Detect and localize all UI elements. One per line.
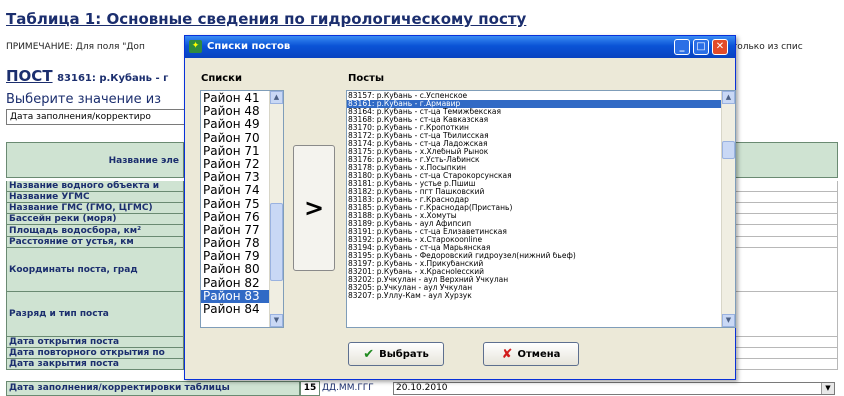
post-heading: ПОСТ 83161: р.Кубань - г (6, 67, 168, 85)
scroll-thumb[interactable] (722, 141, 735, 159)
row-label: Площадь водосбора, км² (6, 225, 184, 237)
post-item[interactable]: 83194: р.Кубань - ст-ца Марьянская (347, 244, 722, 252)
posts-scrollbar[interactable]: ▲ ▼ (721, 91, 735, 327)
row-label: Дата повторного открытия по (6, 348, 184, 359)
posts-label: Посты (348, 73, 385, 84)
row-label: Дата закрытия поста (6, 359, 184, 370)
row-value-cell[interactable] (720, 248, 838, 292)
post-item[interactable]: 83175: р.Кубань - х.Хлебный Рынок (347, 148, 722, 156)
district-item[interactable]: Район 80 (201, 263, 271, 276)
checkmark-icon: ✔ (363, 346, 375, 362)
row-value-cell[interactable] (720, 359, 838, 370)
post-item[interactable]: 83161: р.Кубань - г.Армавир (347, 100, 722, 109)
row-value-cell[interactable] (720, 348, 838, 359)
scroll-thumb[interactable] (270, 203, 283, 281)
scroll-down-icon[interactable]: ▼ (270, 314, 283, 327)
row-value-cell[interactable] (720, 181, 838, 192)
district-item[interactable]: Район 70 (201, 131, 271, 145)
post-item[interactable]: 83207: р.Уллу-Кам - аул Хурзук (347, 292, 722, 300)
move-button[interactable]: > (293, 145, 335, 271)
post-item[interactable]: 83195: р.Кубань - Федоровский гидроузел(… (347, 252, 722, 260)
post-item[interactable]: 83201: р.Кубань - х.Красноlесский (347, 268, 722, 276)
cross-icon: ✘ (501, 346, 513, 362)
post-item[interactable]: 83170: р.Кубань - г.Кропоткин (347, 124, 722, 132)
note-text: ПРИМЕЧАНИЕ: Для поля "Доп (6, 42, 145, 52)
posts-listbox[interactable]: 83157: р.Кубань - с.Успенское 83161: р.Ку… (346, 90, 736, 328)
row-label: Расстояние от устья, км (6, 237, 184, 248)
row-label: Название водного объекта и (6, 181, 184, 192)
row-value-cell[interactable] (720, 192, 838, 203)
districts-listbox[interactable]: Район 41 Район 48 Район 49 Район 70 Район 71… (200, 90, 284, 328)
district-item[interactable]: Район 75 (201, 197, 271, 211)
date-format-hint: ДД.ММ.ГГГ (322, 383, 374, 393)
choose-label: Выберите значение из (6, 92, 162, 107)
chevron-down-icon[interactable]: ▼ (821, 383, 834, 394)
post-item[interactable]: 83188: р.Кубань - х.Хомуты (347, 212, 722, 220)
post-item[interactable]: 83180: р.Кубань - ст-ца Старокорсунская (347, 172, 722, 180)
row-value-cell[interactable] (720, 214, 838, 225)
row-label: Название ГМС (ГМО, ЦГМС) (6, 203, 184, 214)
post-item[interactable]: 83191: р.Кубань - ст-ца Елизаветинская (347, 228, 722, 236)
app-icon: ✦ (189, 40, 202, 53)
districts-scrollbar[interactable]: ▲ ▼ (269, 91, 283, 327)
district-item[interactable]: Район 49 (201, 118, 271, 131)
post-item[interactable]: 83178: р.Кубань - х.Посыпкин (347, 164, 722, 172)
post-label: ПОСТ (6, 67, 53, 85)
post-item[interactable]: 83181: р.Кубань - устье р.Пшиш (347, 180, 722, 188)
district-item[interactable]: Район 82 (201, 276, 271, 290)
post-item[interactable]: 83185: р.Кубань - г.Краснодар(Пристань) (347, 204, 722, 212)
post-item[interactable]: 83174: р.Кубань - ст-ца Ладожская (347, 140, 722, 148)
fill-date-value: 20.10.2010 (396, 383, 448, 393)
row-label-fill-date: Дата заполнения/корректировки таблицы (6, 381, 300, 396)
row-label: Разряд и тип поста (6, 292, 184, 337)
cancel-button[interactable]: ✘ Отмена (483, 342, 579, 366)
post-item[interactable]: 83192: р.Кубань - х.Старокоonline (347, 236, 722, 244)
row-label: Координаты поста, град (6, 248, 184, 292)
dialog-title: Списки постов (207, 41, 291, 52)
scroll-down-icon[interactable]: ▼ (722, 314, 735, 327)
page-title: Таблица 1: Основные сведения по гидролог… (6, 10, 527, 28)
cancel-button-label: Отмена (517, 348, 561, 360)
district-item[interactable]: Район 71 (201, 144, 271, 158)
post-item[interactable]: 83202: р.Учкулан - аул Верхний Учкулан (347, 276, 722, 284)
select-button[interactable]: ✔ Выбрать (348, 342, 444, 366)
post-item[interactable]: 83182: р.Кубань - пгт Пашковский (347, 188, 722, 196)
district-item[interactable]: Район 76 (201, 210, 271, 224)
select-button-label: Выбрать (379, 348, 429, 360)
district-item[interactable]: Район 74 (201, 184, 271, 197)
maximize-icon[interactable]: □ (693, 39, 709, 55)
post-item[interactable]: 83164: р.Кубань - ст-ца Темижбекская (347, 108, 722, 116)
district-item[interactable]: Район 84 (201, 302, 271, 316)
dialog-titlebar[interactable]: ✦ Списки постов _ □ ✕ (185, 36, 735, 58)
scroll-up-icon[interactable]: ▲ (270, 91, 283, 104)
post-item[interactable]: 83172: р.Кубань - ст-ца Тбилисская (347, 132, 722, 140)
post-value: 83161: р.Кубань - г (57, 73, 169, 84)
close-icon[interactable]: ✕ (712, 39, 728, 55)
column-header-right (720, 142, 838, 178)
post-item[interactable]: 83189: р.Кубань - аул Афипсип (347, 220, 722, 228)
posts-dialog: ✦ Списки постов _ □ ✕ Списки Посты Район… (184, 35, 736, 380)
row-label: Бассейн реки (моря) (6, 214, 184, 225)
row-value-cell[interactable] (720, 292, 838, 337)
field-select[interactable]: Дата заполнения/корректиро (6, 109, 189, 125)
lists-label: Списки (201, 73, 242, 84)
minimize-icon[interactable]: _ (674, 39, 690, 55)
row-label: Название УГМС (6, 192, 184, 203)
post-item[interactable]: 83176: р.Кубань - г.Усть-Лабинск (347, 156, 722, 164)
post-item[interactable]: 83183: р.Кубань - г.Краснодар (347, 196, 722, 204)
row-value-cell[interactable] (720, 237, 838, 248)
fill-date-combo[interactable]: 20.10.2010 ▼ (393, 382, 835, 395)
row-number: 15 (300, 381, 320, 396)
row-label: Дата открытия поста (6, 337, 184, 348)
row-value-cell[interactable] (720, 203, 838, 214)
post-item[interactable]: 83205: р.Учкулан - аул Учкулан (347, 284, 722, 292)
row-value-cell[interactable] (720, 337, 838, 348)
column-header: Название эле (6, 142, 184, 178)
note-text-right: только из спис (732, 42, 803, 52)
post-item[interactable]: 83157: р.Кубань - с.Успенское (347, 92, 722, 100)
post-item[interactable]: 83168: р.Кубань - ст-ца Кавказская (347, 116, 722, 124)
post-item[interactable]: 83197: р.Кубань - х.Прикубанский (347, 260, 722, 268)
row-value-cell[interactable] (720, 225, 838, 237)
scroll-up-icon[interactable]: ▲ (722, 91, 735, 104)
